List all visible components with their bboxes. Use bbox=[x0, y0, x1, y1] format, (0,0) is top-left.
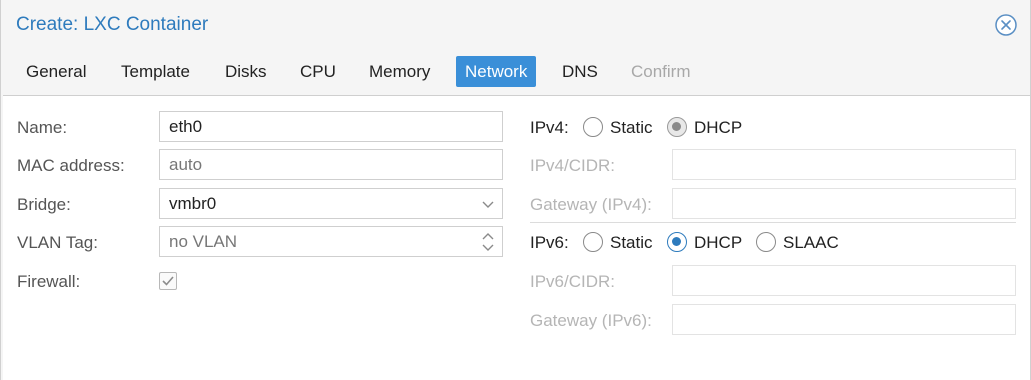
ipv6-cidr-field bbox=[672, 265, 1016, 296]
vlan-tag-label: VLAN Tag: bbox=[17, 233, 98, 252]
name-field[interactable]: eth0 bbox=[159, 111, 503, 142]
ipv4-gateway-field bbox=[672, 188, 1016, 219]
tab-memory[interactable]: Memory bbox=[360, 56, 439, 87]
ipv4-static-radio[interactable] bbox=[583, 117, 603, 137]
tab-disks[interactable]: Disks bbox=[216, 56, 276, 87]
ipv6-cidr-label: IPv6/CIDR: bbox=[530, 272, 616, 291]
bridge-value: vmbr0 bbox=[169, 194, 217, 213]
ipv6-dhcp-label[interactable]: DHCP bbox=[694, 233, 742, 253]
ipv4-label: IPv4: bbox=[530, 118, 569, 137]
bridge-label: Bridge: bbox=[17, 195, 71, 214]
name-label: Name: bbox=[17, 118, 68, 137]
ipv6-static-radio[interactable] bbox=[583, 232, 603, 252]
ipv4-dhcp-label[interactable]: DHCP bbox=[694, 118, 742, 138]
ipv6-slaac-label[interactable]: SLAAC bbox=[783, 233, 839, 253]
ipv6-gateway-label: Gateway (IPv6): bbox=[530, 311, 652, 330]
tab-template[interactable]: Template bbox=[112, 56, 199, 87]
ipv6-slaac-radio[interactable] bbox=[756, 232, 776, 252]
ipv4-dhcp-radio[interactable] bbox=[667, 117, 687, 137]
mac-address-label: MAC address: bbox=[17, 156, 125, 175]
bridge-select[interactable]: vmbr0 bbox=[159, 188, 503, 219]
vlan-tag-spinner[interactable]: no VLAN bbox=[159, 226, 503, 257]
firewall-label: Firewall: bbox=[17, 272, 81, 291]
network-panel: Name: eth0 MAC address: auto Bridge: vmb… bbox=[3, 95, 1030, 380]
ipv6-static-label[interactable]: Static bbox=[610, 233, 653, 253]
dialog-window: Create: LXC Container General Template D… bbox=[0, 0, 1031, 380]
tab-general[interactable]: General bbox=[17, 56, 95, 87]
tab-network[interactable]: Network bbox=[456, 56, 537, 87]
vlan-tag-placeholder: no VLAN bbox=[169, 232, 238, 251]
ipv4-static-label[interactable]: Static bbox=[610, 118, 653, 138]
close-circle-icon bbox=[995, 14, 1017, 36]
tab-dns[interactable]: DNS bbox=[553, 56, 607, 87]
ipv4-cidr-field bbox=[672, 149, 1016, 180]
chevron-down-icon[interactable] bbox=[480, 189, 496, 218]
close-button[interactable] bbox=[995, 14, 1017, 36]
tab-confirm: Confirm bbox=[631, 62, 691, 81]
ipv6-gateway-field bbox=[672, 304, 1016, 335]
ipv6-label: IPv6: bbox=[530, 233, 569, 252]
section-divider bbox=[530, 222, 1016, 223]
mac-address-field[interactable]: auto bbox=[159, 149, 503, 180]
tab-cpu[interactable]: CPU bbox=[291, 56, 345, 87]
checkmark-icon bbox=[162, 276, 174, 286]
firewall-checkbox[interactable] bbox=[159, 272, 177, 290]
spinner-arrows-icon[interactable] bbox=[480, 227, 496, 256]
ipv4-gateway-label: Gateway (IPv4): bbox=[530, 195, 652, 214]
dialog-title: Create: LXC Container bbox=[16, 14, 209, 35]
ipv6-dhcp-radio[interactable] bbox=[667, 232, 687, 252]
ipv4-cidr-label: IPv4/CIDR: bbox=[530, 156, 616, 175]
